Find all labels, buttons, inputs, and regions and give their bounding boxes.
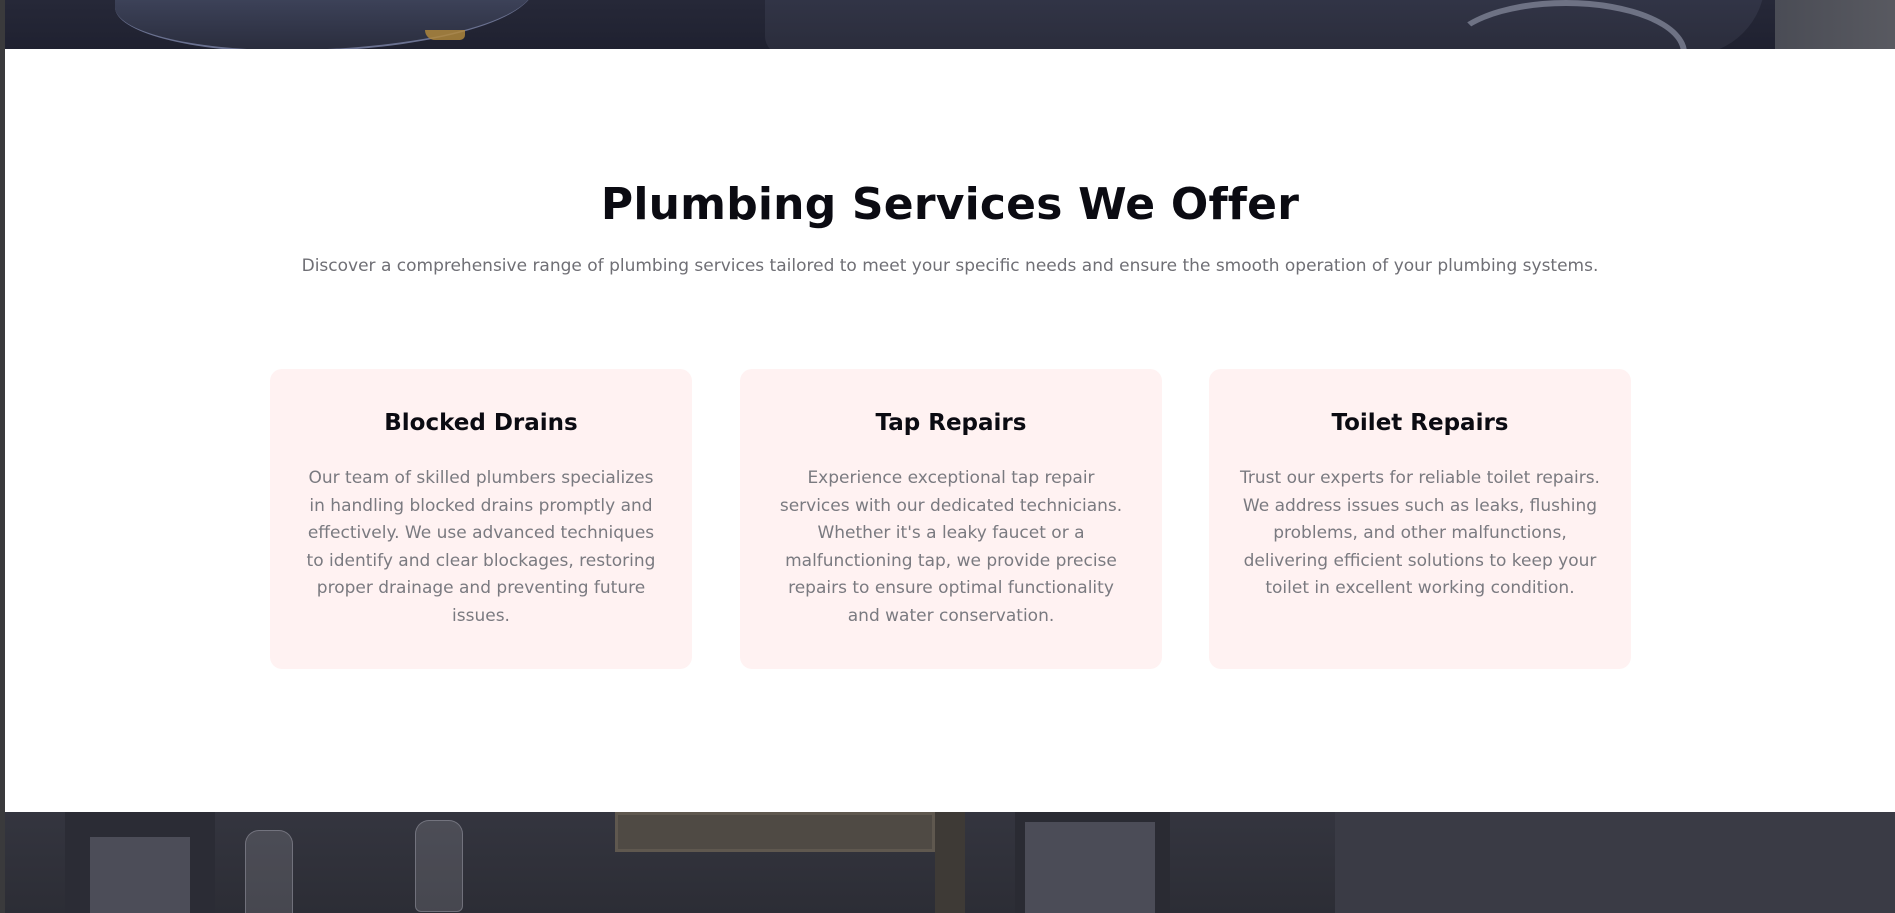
hero-right-background [1775, 0, 1895, 49]
service-card-tap-repairs: Tap Repairs Experience exceptional tap r… [740, 369, 1162, 669]
card-title: Blocked Drains [384, 410, 578, 436]
services-title: Plumbing Services We Offer [600, 179, 1300, 230]
glass-jar-image [245, 830, 293, 913]
service-card-toilet-repairs: Toilet Repairs Trust our experts for rel… [1209, 369, 1631, 669]
picture-frame-image [615, 812, 935, 852]
services-subtitle: Discover a comprehensive range of plumbi… [301, 256, 1599, 276]
services-section: Plumbing Services We Offer Discover a co… [5, 49, 1895, 812]
wood-column-image [935, 812, 965, 913]
card-title: Tap Repairs [875, 410, 1027, 436]
service-card-blocked-drains: Blocked Drains Our team of skilled plumb… [270, 369, 692, 669]
bottom-hero-image [5, 812, 1895, 913]
wall-panel [1335, 812, 1895, 913]
car-headlight-image [425, 30, 465, 40]
glass-jar-image [415, 820, 463, 912]
car-hood-image [115, 0, 535, 49]
window-panel [1025, 822, 1155, 913]
card-description: Our team of skilled plumbers specializes… [306, 468, 656, 626]
card-description: Trust our experts for reliable toilet re… [1240, 468, 1600, 598]
card-description: Experience exceptional tap repair servic… [779, 468, 1123, 626]
card-title: Toilet Repairs [1331, 410, 1509, 436]
window-panel [90, 837, 190, 913]
top-hero-image [5, 0, 1895, 49]
